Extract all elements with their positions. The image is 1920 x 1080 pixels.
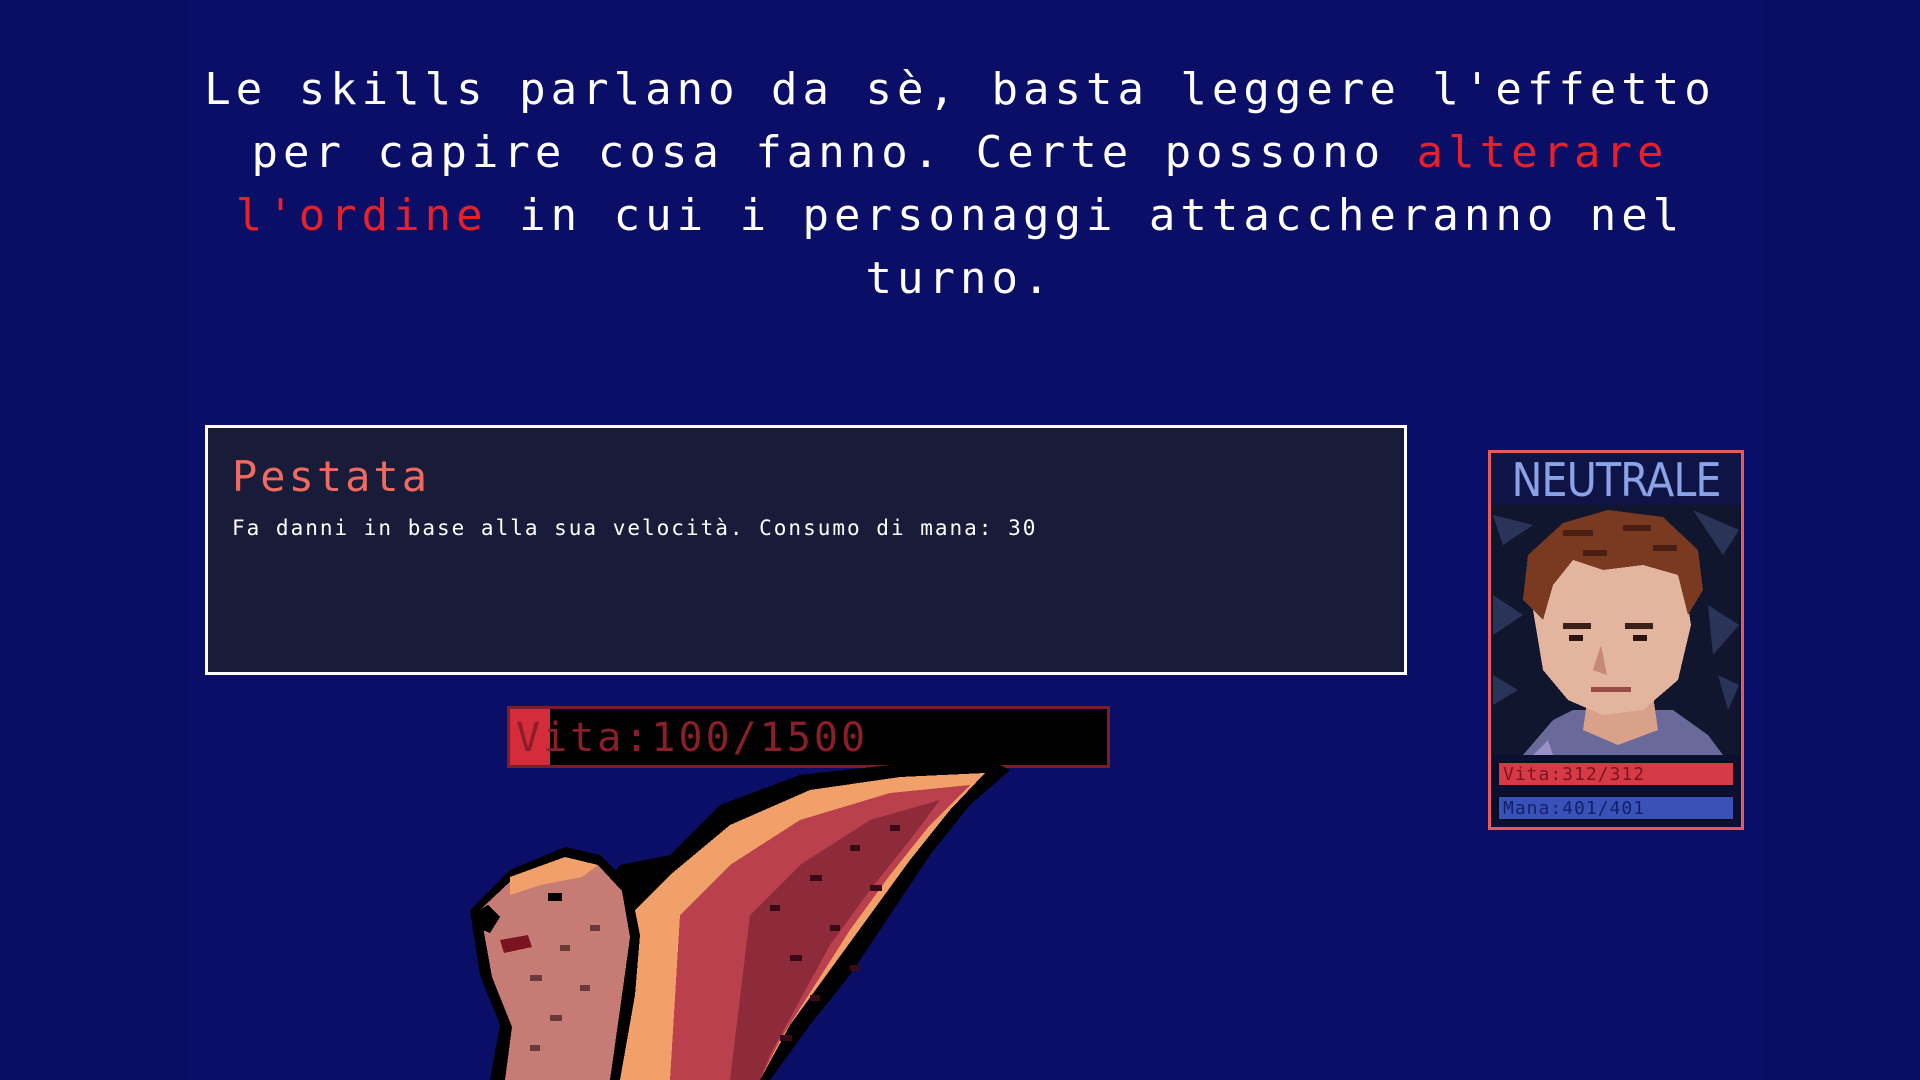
enemy-health-label: Vita:100/1500 — [516, 715, 869, 761]
skill-description: Fa danni in base alla sua velocità. Cons… — [232, 516, 1038, 540]
skill-name: Pestata — [232, 452, 431, 501]
character-health-label: Vita:312/312 — [1503, 764, 1646, 785]
skill-description-panel: Pestata Fa danni in base alla sua veloci… — [205, 425, 1407, 675]
character-mana-bar: Mana:401/401 — [1497, 795, 1735, 821]
griffin-creature[interactable] — [470, 765, 1030, 1080]
narration-part-2: in cui i personaggi attaccheranno nel tu… — [487, 190, 1685, 304]
character-health-bar: Vita:312/312 — [1497, 761, 1735, 787]
enemy-health-bar: Vita:100/1500 — [507, 706, 1110, 768]
right-border-strip — [1764, 0, 1920, 1080]
character-card[interactable]: NEUTRALE Vita:312/312 Mana:401/401 — [1488, 450, 1744, 830]
character-portrait — [1493, 505, 1739, 755]
left-border-strip — [0, 0, 188, 1080]
character-mana-label: Mana:401/401 — [1503, 798, 1646, 819]
tutorial-narration-text: Le skills parlano da sè, basta leggere l… — [200, 58, 1720, 310]
character-state-label: NEUTRALE — [1491, 453, 1741, 507]
